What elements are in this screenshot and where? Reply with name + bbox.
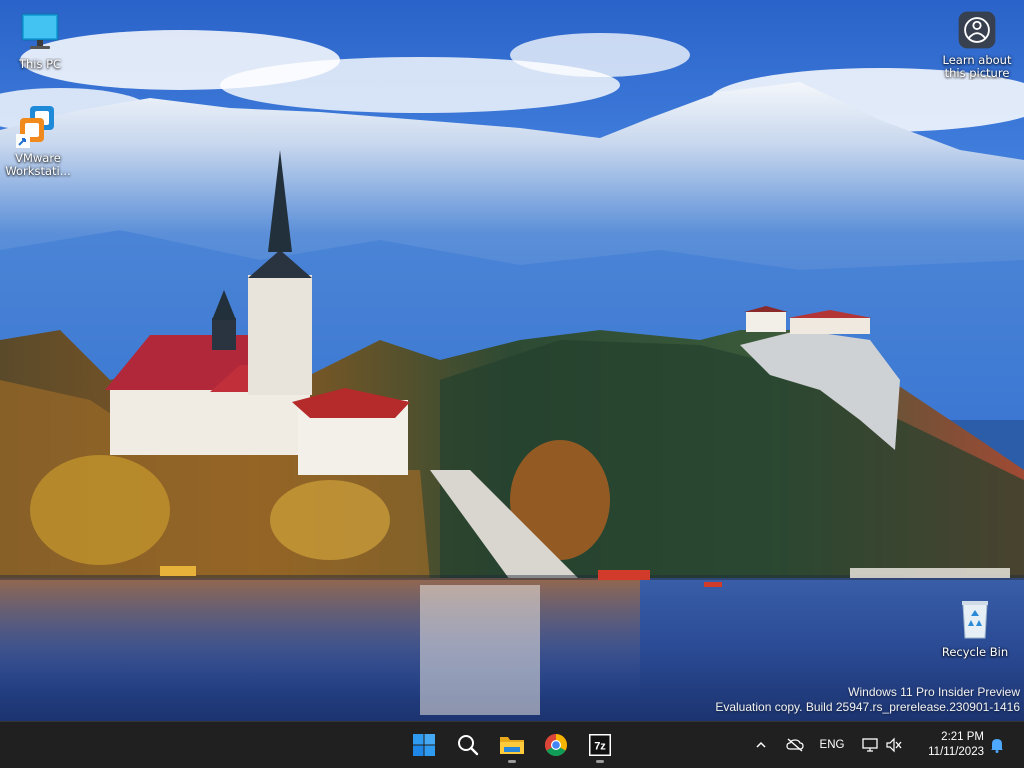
volume-muted-icon — [886, 737, 902, 753]
recycle-bin-icon — [962, 601, 988, 639]
onedrive-tray-button[interactable] — [782, 722, 808, 768]
running-indicator — [508, 760, 516, 763]
desktop-icon-label: Recycle Bin — [941, 646, 1009, 659]
desktop-icon-label: Learn about this picture — [942, 54, 1012, 80]
start-button[interactable] — [404, 726, 444, 764]
7zip-button[interactable]: 7z — [580, 726, 620, 764]
spotlight-icon — [958, 11, 996, 49]
clock-time: 2:21 PM — [941, 731, 984, 743]
language-label: ENG — [819, 739, 845, 751]
cloud-off-icon — [786, 738, 804, 752]
7zip-icon: 7z — [589, 734, 611, 756]
desktop-icon-this-pc[interactable]: This PC — [2, 8, 78, 71]
notifications-button[interactable] — [986, 722, 1008, 768]
watermark-line-2: Evaluation copy. Build 25947.rs_prerelea… — [715, 700, 1020, 714]
running-indicator — [596, 760, 604, 763]
taskbar: 7z ENG 2:21 PM 11/11/2023 — [0, 721, 1024, 768]
show-hidden-icons-button[interactable] — [750, 722, 772, 768]
monitor-icon — [21, 13, 59, 49]
clock: 2:21 PM 11/11/2023 — [928, 730, 984, 760]
network-icon — [862, 738, 878, 752]
chrome-icon — [545, 734, 567, 756]
language-indicator[interactable]: ENG — [814, 722, 850, 768]
vmware-icon — [16, 106, 54, 148]
wallpaper — [0, 0, 1024, 721]
windows-start-icon — [413, 734, 435, 756]
file-explorer-button[interactable] — [492, 726, 532, 764]
search-button[interactable] — [448, 726, 488, 764]
desktop-icon-label: This PC — [18, 58, 62, 71]
clock-button[interactable]: 2:21 PM 11/11/2023 — [912, 722, 984, 768]
chrome-button[interactable] — [536, 726, 576, 764]
quick-settings-button[interactable] — [856, 722, 908, 768]
evaluation-watermark: Windows 11 Pro Insider Preview Evaluatio… — [715, 685, 1020, 715]
7zip-label: 7z — [594, 741, 606, 753]
desktop-icon-recycle-bin[interactable]: Recycle Bin — [937, 596, 1013, 659]
clock-date: 11/11/2023 — [928, 746, 984, 758]
search-icon — [458, 735, 479, 756]
watermark-line-1: Windows 11 Pro Insider Preview — [848, 685, 1020, 699]
file-explorer-icon — [500, 737, 524, 754]
bell-icon — [991, 739, 1003, 753]
desktop-icon-learn-about-picture[interactable]: Learn about this picture — [936, 8, 1018, 80]
chevron-up-icon — [756, 741, 766, 748]
desktop-icon-label: VMware Workstati... — [5, 152, 71, 178]
desktop: This PC VMware Workstati... Learn about … — [0, 0, 1024, 768]
desktop-icon-vmware[interactable]: VMware Workstati... — [0, 102, 76, 178]
